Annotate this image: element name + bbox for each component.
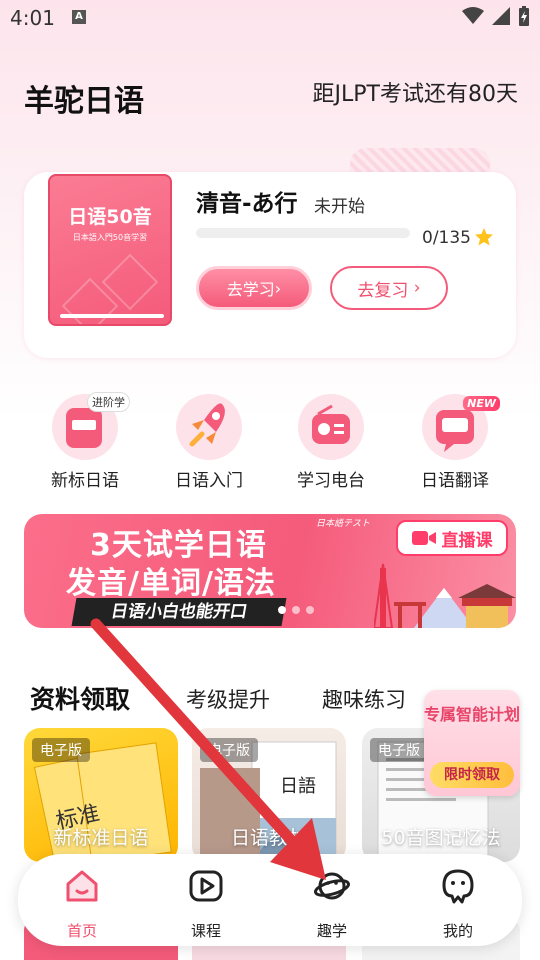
nav-label: 趣学 — [316, 922, 347, 940]
promo-claim-button[interactable]: 限时领取 — [430, 762, 514, 788]
tab-exam-boost[interactable]: 考级提升 — [186, 684, 270, 714]
quick-nav-radio[interactable]: 学习电台 — [286, 394, 376, 491]
star-icon — [475, 228, 493, 246]
resource-name: 日语教材 — [230, 827, 307, 849]
progress-count: 0/135 — [422, 228, 471, 248]
banner-tag: 日本語テスト — [316, 519, 371, 529]
nav-courses[interactable]: 课程 — [166, 868, 246, 941]
resource-tag: 电子版 — [370, 738, 428, 762]
quick-nav-label: 日语翻译 — [421, 471, 489, 491]
quick-nav-new-badge: NEW — [463, 396, 500, 411]
book-subtitle: 日本語入門50音学習 — [72, 233, 148, 242]
book-icon: 进阶学 — [52, 392, 130, 460]
battery-icon — [519, 6, 529, 26]
play-icon — [189, 870, 223, 902]
bottom-navigation: 首页 课程 趣学 我的 — [18, 854, 522, 946]
study-button-label: 去学习 — [226, 280, 275, 299]
status-icons — [462, 6, 530, 26]
nav-profile[interactable]: 我的 — [418, 868, 498, 941]
banner-dot — [278, 606, 286, 614]
lesson-title: 清音-あ行 — [196, 191, 298, 217]
translate-icon: NEW — [422, 394, 500, 460]
smart-plan-promo[interactable]: 专属智能计划 限时领取 — [424, 690, 520, 796]
nav-label: 我的 — [442, 922, 473, 940]
resource-card[interactable]: 标准 电子版 新标准日语 — [24, 728, 178, 862]
review-button[interactable]: 去复习 › — [330, 266, 448, 310]
resource-card[interactable]: 日語 电子版 日语教材 — [192, 728, 346, 862]
resource-name: 50音图记忆法 — [381, 827, 501, 849]
nav-fun-learning[interactable]: 趣学 — [292, 868, 372, 941]
signal-icon — [492, 7, 510, 25]
progress-bar — [196, 228, 410, 238]
notification-icon: A — [72, 10, 86, 24]
quick-nav-intro[interactable]: 日语入门 — [164, 394, 254, 491]
quick-nav-label: 日语入门 — [175, 471, 243, 491]
rocket-icon — [176, 394, 242, 460]
nav-label: 课程 — [190, 922, 221, 940]
video-icon — [411, 531, 436, 545]
promo-title: 专属智能计划 — [424, 705, 521, 724]
promo-banner[interactable]: 日本語テスト 3天试学日语 发音/单词/语法 日语小白也能开口 直播课 — [24, 514, 516, 628]
app-title: 羊驼日语 — [24, 84, 144, 119]
lesson-status: 未开始 — [314, 197, 365, 217]
wifi-icon — [462, 7, 484, 24]
status-time: 4:01 — [10, 6, 55, 30]
exam-countdown: 距JLPT考试还有80天 — [312, 82, 518, 107]
svg-text:日語: 日語 — [280, 776, 316, 796]
quick-nav-label: 新标日语 — [51, 471, 119, 491]
profile-icon — [442, 869, 474, 904]
banner-slogan: 日语小白也能开口 — [71, 598, 287, 626]
planet-icon — [314, 872, 350, 900]
radio-icon — [298, 394, 364, 460]
live-class-button[interactable]: 直播课 — [396, 520, 508, 556]
status-bar: 4:01 A — [0, 0, 540, 36]
review-button-label: 去复习 — [357, 280, 409, 301]
book-spine-line — [60, 314, 164, 318]
tab-fun-practice[interactable]: 趣味练习 — [322, 684, 406, 714]
quick-nav-new-standard[interactable]: 进阶学 新标日语 — [40, 392, 130, 491]
resource-tag: 电子版 — [200, 738, 258, 762]
resource-tag: 电子版 — [32, 738, 90, 762]
japan-landmark-illustration — [374, 563, 516, 628]
tab-resources[interactable]: 资料领取 — [30, 680, 130, 716]
banner-dot — [292, 606, 300, 614]
quick-nav-badge: 进阶学 — [87, 392, 130, 412]
banner-dot — [306, 606, 314, 614]
course-card[interactable]: 日语50音 日本語入門50音学習 清音-あ行 未开始 0/135 去学习 › 去复… — [24, 172, 516, 358]
live-class-label: 直播课 — [441, 530, 493, 551]
book-title: 日语50音 — [68, 206, 152, 228]
banner-pagination — [278, 606, 314, 614]
quick-nav-translate[interactable]: NEW 日语翻译 — [410, 394, 500, 491]
home-icon — [66, 870, 98, 902]
banner-subheadline: 发音/单词/语法 — [66, 566, 276, 601]
quick-nav-label: 学习电台 — [297, 471, 365, 491]
nav-home[interactable]: 首页 — [42, 868, 122, 941]
chevron-right-icon: › — [274, 278, 282, 298]
chevron-right-icon: › — [408, 278, 421, 298]
resource-name: 新标准日语 — [53, 827, 149, 849]
book-cover[interactable]: 日语50音 日本語入門50音学習 — [48, 174, 172, 326]
nav-label: 首页 — [66, 922, 97, 940]
study-button[interactable]: 去学习 › — [196, 266, 312, 310]
